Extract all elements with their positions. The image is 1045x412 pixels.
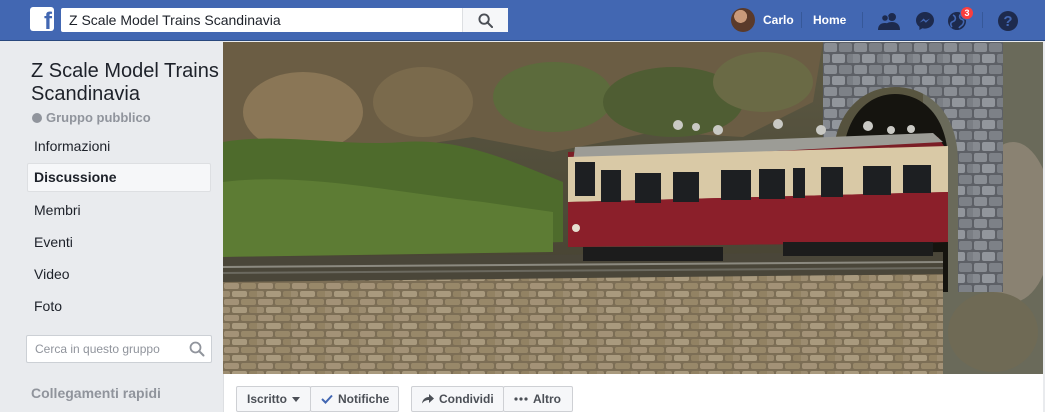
sidebar-item-eventi[interactable]: Eventi bbox=[27, 228, 211, 257]
notifications-settings-label: Notifiche bbox=[338, 392, 390, 406]
sidebar-item-video[interactable]: Video bbox=[27, 260, 211, 289]
group-privacy: Gruppo pubblico bbox=[32, 110, 151, 125]
cover-train-image bbox=[223, 42, 1043, 374]
nav-divider bbox=[801, 12, 802, 28]
top-navigation-bar: f Carlo Home 3 bbox=[0, 0, 1045, 41]
share-button[interactable]: Condividi bbox=[411, 386, 504, 412]
more-dots-icon bbox=[514, 397, 528, 401]
joined-label: Iscritto bbox=[247, 392, 288, 406]
facebook-logo-icon[interactable]: f bbox=[30, 7, 54, 31]
help-icon: ? bbox=[998, 11, 1018, 31]
profile-link[interactable]: Carlo bbox=[731, 8, 794, 32]
help-glyph: ? bbox=[1003, 13, 1012, 30]
chevron-down-icon bbox=[292, 396, 301, 402]
more-button[interactable]: Altro bbox=[503, 386, 573, 412]
search-button[interactable] bbox=[462, 8, 508, 32]
group-search-input[interactable] bbox=[27, 336, 177, 362]
sidebar-item-foto[interactable]: Foto bbox=[27, 292, 211, 321]
quick-links-heading: Collegamenti rapidi bbox=[31, 385, 161, 401]
share-arrow-icon bbox=[422, 394, 434, 404]
notifications-badge: 3 bbox=[960, 6, 974, 20]
help-button[interactable]: ? bbox=[995, 8, 1021, 34]
global-search-box bbox=[61, 8, 508, 32]
group-title[interactable]: Z Scale Model Trains Scandinavia bbox=[31, 60, 221, 106]
check-icon bbox=[321, 394, 333, 404]
group-search-box bbox=[26, 335, 212, 363]
friend-requests-button[interactable] bbox=[876, 8, 902, 34]
avatar bbox=[731, 8, 755, 32]
more-label: Altro bbox=[533, 392, 561, 406]
nav-divider bbox=[862, 12, 863, 28]
search-icon bbox=[478, 12, 493, 28]
friends-icon bbox=[878, 13, 900, 30]
home-link[interactable]: Home bbox=[813, 13, 846, 27]
sidebar-item-membri[interactable]: Membri bbox=[27, 196, 211, 225]
nav-divider bbox=[982, 12, 983, 28]
group-cover-photo[interactable] bbox=[223, 42, 1043, 374]
search-icon[interactable] bbox=[189, 341, 205, 357]
sidebar-item-informazioni[interactable]: Informazioni bbox=[27, 132, 211, 161]
sidebar-item-discussione[interactable]: Discussione bbox=[27, 163, 211, 192]
public-globe-icon bbox=[32, 112, 42, 123]
joined-button[interactable]: Iscritto bbox=[236, 386, 311, 412]
messenger-icon bbox=[916, 12, 934, 30]
global-search-input[interactable] bbox=[61, 8, 461, 32]
group-action-bar: Iscritto Notifiche Condividi Altro bbox=[223, 374, 1043, 412]
messenger-button[interactable] bbox=[912, 8, 938, 34]
notifications-settings-button[interactable]: Notifiche bbox=[310, 386, 399, 412]
user-name: Carlo bbox=[763, 13, 794, 27]
group-privacy-label: Gruppo pubblico bbox=[46, 110, 151, 125]
share-label: Condividi bbox=[439, 392, 494, 406]
